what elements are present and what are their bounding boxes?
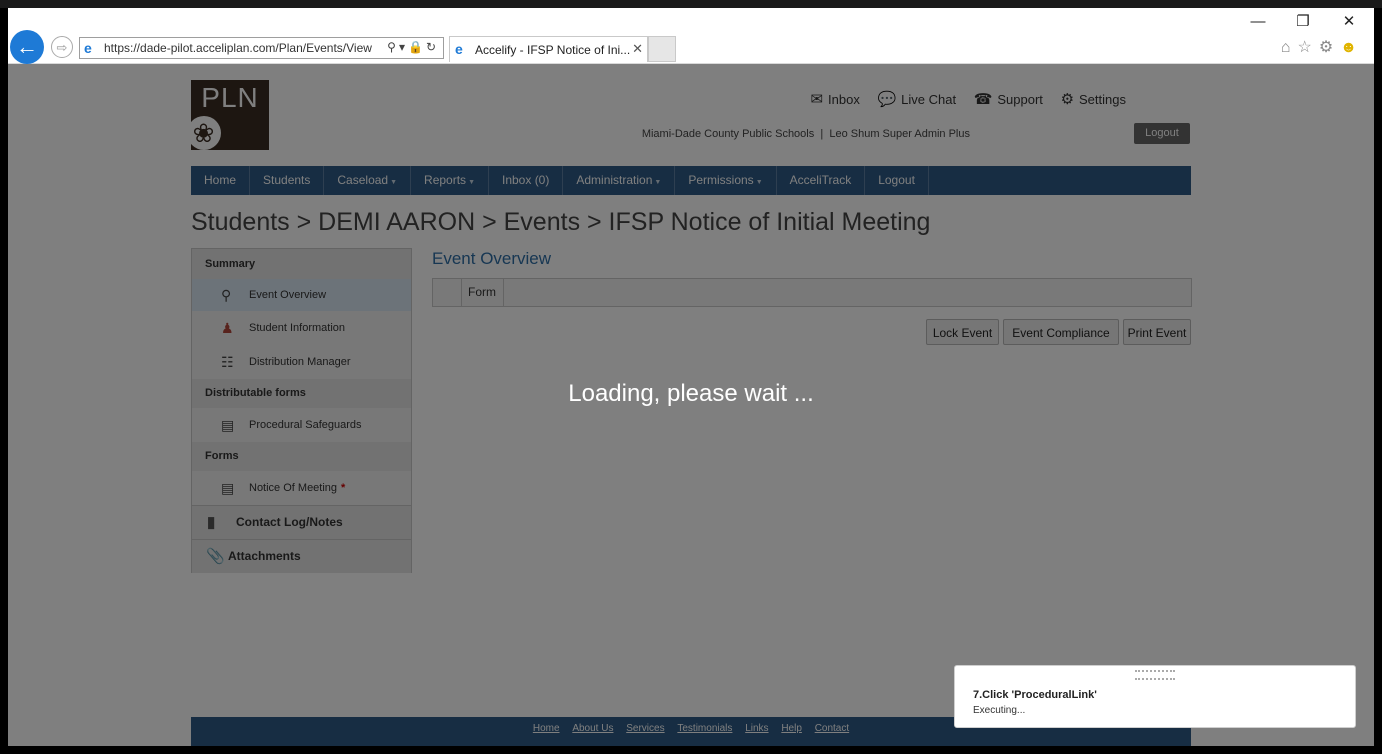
- new-tab-button[interactable]: [648, 36, 676, 62]
- arrow-left-icon: ←: [16, 34, 38, 59]
- page-content: PLN ❀ ✉Inbox 💬Live Chat ☎Support ⚙Settin…: [8, 64, 1374, 746]
- tab-close-icon[interactable]: ✕: [632, 41, 643, 57]
- search-icon[interactable]: ⚲: [387, 40, 399, 54]
- refresh-icon[interactable]: ↻: [426, 40, 439, 54]
- back-button[interactable]: ←: [10, 30, 44, 64]
- home-icon[interactable]: ⌂: [1281, 39, 1298, 56]
- close-button[interactable]: ✕: [1334, 14, 1364, 30]
- forward-button[interactable]: ⇨: [51, 36, 73, 58]
- url-text[interactable]: https://dade-pilot.acceliplan.com/Plan/E…: [104, 41, 374, 55]
- tools-gear-icon[interactable]: ⚙: [1319, 39, 1340, 56]
- toast-status: Executing...: [973, 705, 1026, 716]
- drag-handle[interactable]: [1135, 670, 1175, 680]
- address-tools[interactable]: ⚲▾🔒↻: [387, 40, 439, 54]
- taskbar-strip: [0, 0, 1382, 8]
- dropdown-icon[interactable]: ▾: [399, 40, 408, 54]
- toast-step: 7.Click 'ProceduralLink': [973, 689, 1097, 701]
- ie-icon: e: [84, 40, 92, 56]
- browser-tab[interactable]: e Accelify - IFSP Notice of Ini... ✕: [449, 36, 648, 62]
- loading-message: Loading, please wait ...: [568, 380, 814, 407]
- automation-status-toast: 7.Click 'ProceduralLink' Executing...: [954, 665, 1356, 728]
- browser-chrome: — ❐ ✕ ← ⇨ e https://dade-pilot.accelipla…: [8, 8, 1374, 64]
- lock-icon: 🔒: [407, 40, 426, 54]
- restore-button[interactable]: ❐: [1288, 14, 1318, 30]
- feedback-smiley-icon[interactable]: ☻: [1340, 39, 1364, 56]
- minimize-button[interactable]: —: [1243, 14, 1273, 30]
- address-bar[interactable]: e https://dade-pilot.acceliplan.com/Plan…: [79, 37, 444, 59]
- browser-window: — ❐ ✕ ← ⇨ e https://dade-pilot.accelipla…: [8, 8, 1374, 746]
- tab-title: Accelify - IFSP Notice of Ini...: [475, 43, 630, 57]
- ie-icon: e: [455, 41, 463, 57]
- arrow-right-icon: ⇨: [56, 40, 68, 55]
- favorites-star-icon[interactable]: ☆: [1297, 39, 1318, 56]
- browser-toolbar-icons: ⌂☆⚙☻: [1281, 37, 1364, 57]
